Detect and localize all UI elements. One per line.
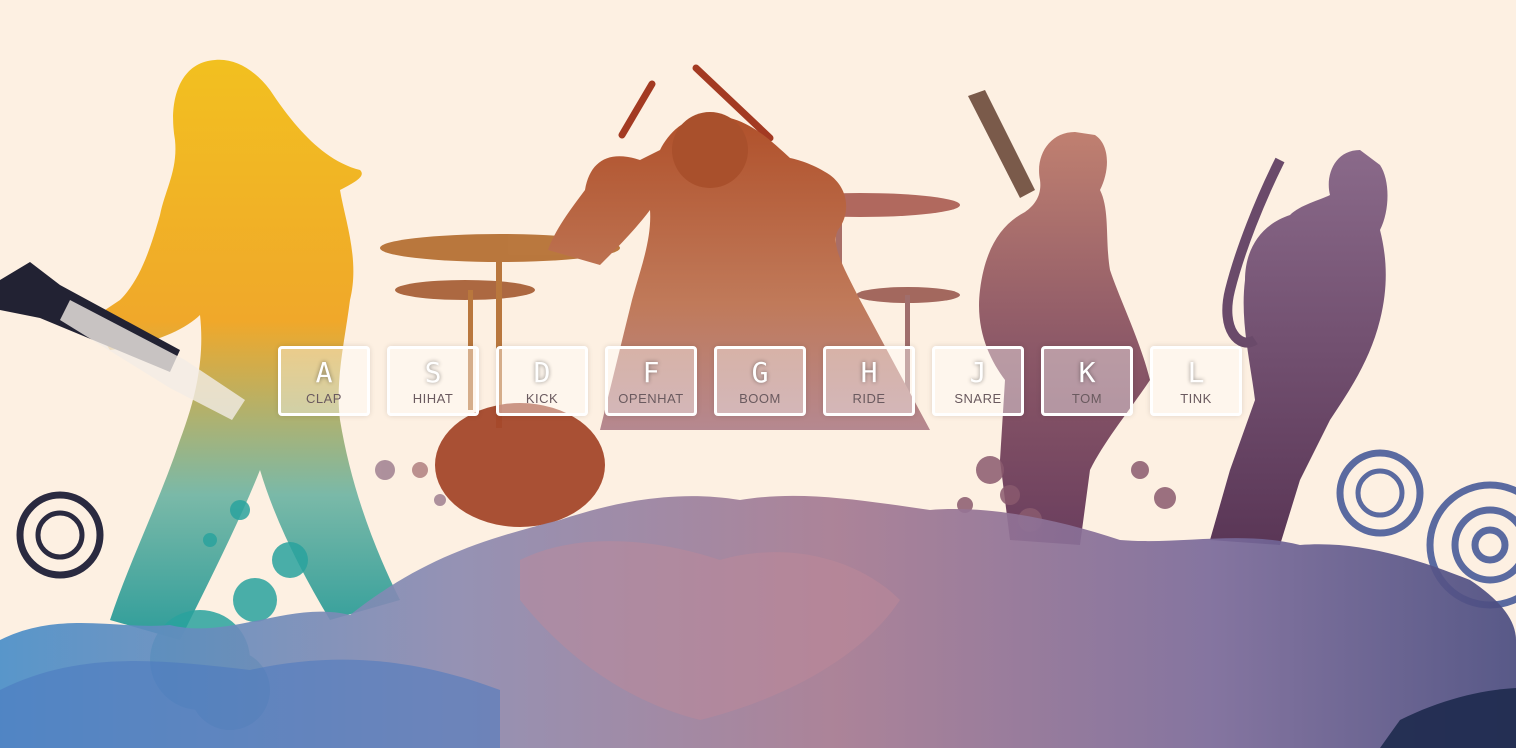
key-s[interactable]: S HIHAT (387, 346, 479, 416)
key-letter: L (1187, 356, 1205, 389)
drum-kit-page: A CLAP S HIHAT D KICK F OPENHAT G BOOM H… (0, 0, 1516, 748)
sound-label: OPENHAT (618, 391, 684, 406)
key-letter: F (642, 356, 660, 389)
key-letter: D (533, 356, 551, 389)
key-l[interactable]: L TINK (1150, 346, 1242, 416)
key-letter: K (1078, 356, 1096, 389)
sound-label: RIDE (852, 391, 886, 406)
key-j[interactable]: J SNARE (932, 346, 1024, 416)
key-letter: A (315, 356, 333, 389)
key-letter: S (424, 356, 442, 389)
sound-label: HIHAT (412, 391, 454, 406)
drum-keys: A CLAP S HIHAT D KICK F OPENHAT G BOOM H… (278, 346, 1242, 416)
key-h[interactable]: H RIDE (823, 346, 915, 416)
key-a[interactable]: A CLAP (278, 346, 370, 416)
sound-label: BOOM (739, 391, 781, 406)
key-g[interactable]: G BOOM (714, 346, 806, 416)
key-letter: J (969, 356, 987, 389)
sound-label: SNARE (954, 391, 1002, 406)
key-f[interactable]: F OPENHAT (605, 346, 697, 416)
sound-label: TOM (1071, 391, 1103, 406)
key-letter: H (860, 356, 878, 389)
key-k[interactable]: K TOM (1041, 346, 1133, 416)
sound-label: CLAP (306, 391, 342, 406)
key-d[interactable]: D KICK (496, 346, 588, 416)
sound-label: TINK (1180, 391, 1212, 406)
key-letter: G (751, 356, 769, 389)
sound-label: KICK (525, 391, 559, 406)
